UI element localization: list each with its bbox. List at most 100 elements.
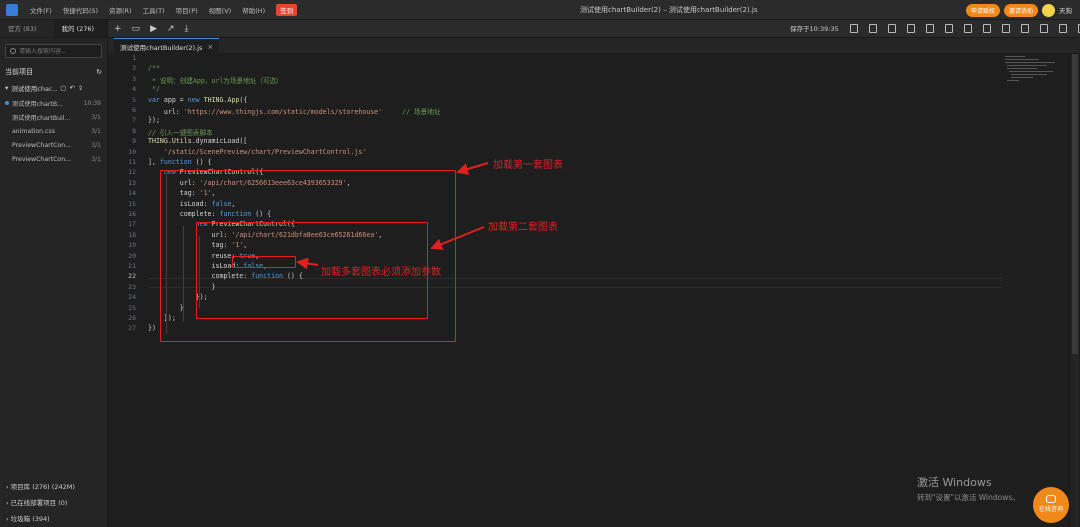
- project-name: 测试使用char...: [11, 85, 58, 93]
- sidebar: 官方 (83) 我的 (276) 当前项目 ↻ ▾ 测试使用char... ▢ …: [0, 20, 108, 527]
- caret-down-icon: ▾: [5, 84, 9, 92]
- menu-bar: 文件(F) 快捷代码(S) 资源(R) 工具(T) 项目(P) 视图(V) 帮助…: [0, 0, 1080, 20]
- window-title: 测试使用chartBuilder(2) – 测试使用chartBuilder(2…: [580, 6, 758, 14]
- music-icon[interactable]: [1021, 24, 1029, 33]
- widget-icon[interactable]: [1059, 24, 1067, 33]
- online-consult-button[interactable]: 在线咨询: [1033, 487, 1069, 523]
- deployed-projects-label: 已在线部署项目 (0): [10, 499, 68, 507]
- menu-file[interactable]: 文件(F): [30, 5, 52, 15]
- close-icon[interactable]: ×: [207, 43, 213, 51]
- line-number: 9: [132, 137, 136, 146]
- line-number: 19: [128, 241, 136, 250]
- deployed-projects[interactable]: › 已在线部署项目 (0): [0, 495, 107, 511]
- search-box[interactable]: [5, 44, 102, 58]
- undo-icon[interactable]: ↶: [69, 84, 74, 92]
- annotation-second-chart: 加载第二套图表: [488, 222, 558, 233]
- tools-icon[interactable]: [983, 24, 991, 33]
- file-item[interactable]: animation.css 3/1: [0, 124, 107, 138]
- file-item[interactable]: PreviewChartCon... 3/1: [0, 138, 107, 152]
- minimap[interactable]: [1003, 54, 1065, 84]
- file-item[interactable]: PreviewChartCon... 3/1: [0, 152, 107, 166]
- signin-badge[interactable]: 签到: [276, 4, 298, 16]
- current-project-label: 当前项目: [5, 68, 33, 76]
- refresh-icon[interactable]: ↻: [96, 68, 102, 76]
- code-line-9: THING.Utils.dynamicLoad([: [148, 137, 248, 146]
- grid-icon[interactable]: [926, 24, 934, 33]
- line-number: 18: [128, 230, 136, 239]
- trash-label: 垃圾箱 (394): [10, 515, 50, 523]
- saved-status: 保存于10:39:35: [790, 25, 839, 33]
- vertical-scrollbar[interactable]: [1071, 54, 1079, 527]
- line-number: 15: [128, 199, 136, 208]
- search-input[interactable]: [19, 47, 99, 55]
- panel-icon[interactable]: [945, 24, 953, 33]
- building-icon[interactable]: [888, 24, 896, 33]
- file-item[interactable]: 测试使用chartB... 10:39: [0, 96, 107, 110]
- code-line-2: /**: [148, 64, 160, 73]
- chat-bubble-icon: [1046, 495, 1056, 503]
- file-tab-label: 测试使用chartBuilder(2).js: [120, 43, 203, 52]
- file-tab[interactable]: 测试使用chartBuilder(2).js ×: [114, 38, 220, 54]
- tab-mine[interactable]: 我的 (276): [53, 20, 107, 37]
- project-node[interactable]: ▾ 测试使用char... ▢ ↶ ⇪: [0, 80, 107, 96]
- sidebar-tabs: 官方 (83) 我的 (276): [0, 20, 107, 38]
- avatar[interactable]: [1042, 3, 1055, 17]
- file-date: 3/1: [91, 141, 101, 149]
- sidebar-bottom: › 项目库 (276) (242M) › 已在线部署项目 (0) › 垃圾箱 (…: [0, 479, 107, 527]
- user-name[interactable]: 天狗: [1059, 5, 1072, 15]
- code-line-27: }): [148, 324, 156, 333]
- line-number: 22: [128, 272, 136, 281]
- line-number: 4: [132, 85, 136, 94]
- cube-icon[interactable]: [869, 24, 877, 33]
- menu-project[interactable]: 项目(P): [176, 5, 198, 15]
- share-icon[interactable]: ↗: [167, 24, 175, 34]
- line-number: 21: [128, 262, 136, 270]
- menu-tools[interactable]: 工具(T): [143, 5, 165, 15]
- line-number: 2: [132, 64, 136, 73]
- search-icon: [10, 48, 16, 54]
- line-number: 13: [128, 178, 136, 187]
- code-line-10: '/static/ScenePreview/chart/PreviewChart…: [163, 147, 367, 156]
- project-library[interactable]: › 项目库 (276) (242M): [0, 479, 107, 495]
- menu-resources[interactable]: 资源(R): [109, 5, 132, 15]
- toolbar-right: [850, 24, 1080, 33]
- file-name: PreviewChartCon...: [12, 155, 72, 163]
- apply-permission-button[interactable]: 申请赋权: [965, 3, 1000, 17]
- invite-collab-button[interactable]: 邀请协助: [1003, 3, 1038, 17]
- current-project-header[interactable]: 当前项目 ↻: [0, 64, 107, 80]
- run-icon[interactable]: ▶: [150, 24, 157, 34]
- file-name: 测试使用chartBuil...: [12, 114, 71, 122]
- menu-help[interactable]: 帮助(H): [242, 5, 265, 15]
- online-consult-label: 在线咨询: [1038, 506, 1063, 513]
- code-line-11: ], function () {: [148, 158, 212, 166]
- project-library-label: 项目库 (276) (242M): [10, 483, 75, 491]
- tab-bar: 测试使用chartBuilder(2).js ×: [108, 38, 1080, 54]
- upload-icon[interactable]: ⇪: [78, 84, 83, 92]
- line-gutter: 1 2 3 4 5 6 7 8 9 10 11 12 13 14 15 16 17 18 19 20 21 22 23 24 2…: [108, 54, 140, 527]
- download-icon[interactable]: ⤓: [185, 24, 189, 34]
- tree-icon[interactable]: [1002, 24, 1010, 33]
- line-number: 17: [128, 220, 136, 229]
- app-logo-icon: [6, 4, 18, 16]
- code-line-3: * 说明：创建App，url为场景地址（可选）: [148, 76, 283, 85]
- layout-icon[interactable]: [964, 24, 972, 33]
- file-name: 测试使用chartB...: [12, 100, 63, 108]
- menu-view[interactable]: 视图(V): [209, 5, 232, 15]
- menu-snippets[interactable]: 快捷代码(S): [63, 5, 98, 15]
- file-name: animation.css: [12, 127, 55, 135]
- code-line-8: // 引入一键图表脚本: [148, 128, 213, 137]
- person-icon[interactable]: [1040, 24, 1048, 33]
- chart-icon[interactable]: [907, 24, 915, 33]
- save-icon[interactable]: ▭: [132, 24, 141, 34]
- file-item[interactable]: 测试使用chartBuil... 3/1: [0, 110, 107, 124]
- line-number: 5: [132, 95, 136, 104]
- toolbar-left: + ▭ ▶ ↗ ⤓: [114, 20, 189, 38]
- trash[interactable]: › 垃圾箱 (394): [0, 511, 107, 527]
- file-date: 3/1: [91, 113, 101, 121]
- theme-icon[interactable]: [850, 24, 858, 33]
- scroll-thumb[interactable]: [1072, 54, 1078, 354]
- line-number: 11: [128, 158, 136, 166]
- tab-official[interactable]: 官方 (83): [0, 20, 54, 37]
- new-icon[interactable]: +: [114, 24, 122, 34]
- file-name: PreviewChartCon...: [12, 141, 72, 149]
